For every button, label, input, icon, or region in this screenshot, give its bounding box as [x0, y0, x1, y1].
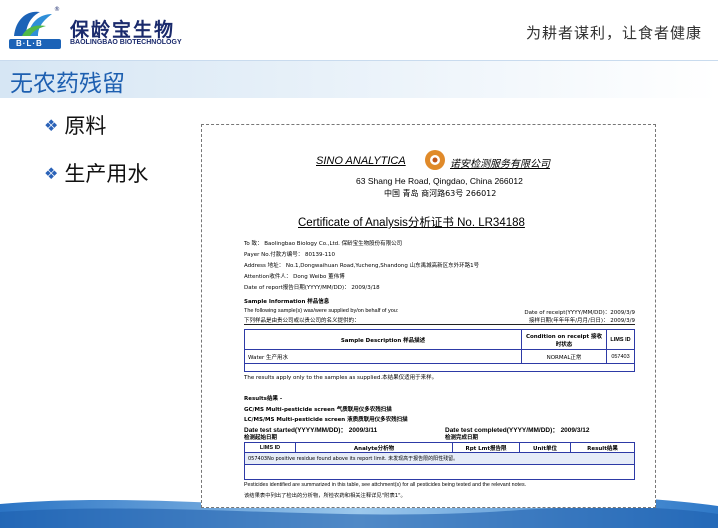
field-payer: Payer No.付款方编号： 80139-110: [244, 252, 335, 258]
lc-screen-label: LC/MS/MS Multi-pesticide screen 液质质联用仪多农…: [244, 417, 408, 423]
results-table-header: Analyte分析物: [295, 442, 453, 453]
field-to: To 致： Baolingbao Biology Co.,Ltd. 保龄宝生物股…: [244, 241, 403, 247]
footnote-en: Pesticides identified are summarized in …: [244, 482, 527, 488]
results-row-text: 057403No positive residue found above it…: [244, 452, 635, 465]
receipt-date: Date of receipt(YYYY/MM/DD)：2009/3/9: [524, 310, 635, 316]
diamond-bullet-icon: ❖: [44, 115, 59, 135]
results-table-header: Unit单位: [519, 442, 571, 453]
table-empty-row: [244, 464, 635, 480]
lab-address-zh: 中国 青岛 商河路63号 266012: [384, 189, 497, 198]
certificate-document: SINO ANALYTICA 诺安检测服务有限公司 63 Shang He Ro…: [201, 124, 656, 508]
table-cell: 057403: [606, 349, 635, 364]
sample-table-header: LIMS ID: [606, 329, 635, 350]
results-table-header: LIMS ID: [244, 442, 296, 453]
table-row: Water 生产用水 NORMAL正常 057403: [244, 349, 635, 364]
table-empty-row: [244, 363, 635, 372]
logo-chinese-name: 保龄宝生物: [70, 19, 176, 41]
sample-table: Sample Description 样品描述 Condition on rec…: [244, 329, 635, 372]
slogan: 为耕者谋利，让食者健康: [525, 24, 702, 42]
table-row: 057403No positive residue found above it…: [244, 452, 635, 465]
lab-name: SINO ANALYTICA: [316, 155, 406, 167]
field-attention: Attention收件人： Dong Weibo 董伟博: [244, 274, 345, 280]
diamond-bullet-icon: ❖: [44, 163, 59, 183]
results-table-header: Rpt Lmt报告限: [452, 442, 520, 453]
results-apply-note: The results apply only to the samples as…: [244, 375, 438, 381]
sample-table-header: Condition on receipt 接收时状态: [521, 329, 607, 350]
field-address: Address 地址： No.1,Dongwaihuan Road,Yuchen…: [244, 263, 480, 269]
certificate-title: Certificate of Analysis分析证书 No. LR34188: [298, 217, 525, 229]
test-completed-zh: 检测完成日期: [445, 435, 479, 441]
bullet-item-raw-materials: ❖ 原料: [44, 110, 106, 140]
table-cell: NORMAL正常: [521, 349, 607, 364]
logo-english-name: BAOLINGBAO BIOTECHNOLOGY: [70, 39, 182, 46]
results-heading: Results结果 -: [244, 396, 283, 402]
lab-name-chinese: 诺安检测服务有限公司: [450, 159, 550, 170]
bullet-item-production-water: ❖ 生产用水: [44, 158, 148, 188]
test-started-zh: 检测起始日期: [244, 435, 278, 441]
slide-title: 无农药残留: [10, 71, 125, 97]
gc-screen-label: GC/MS Multi-pesticide screen 气质联用仪多农残扫描: [244, 407, 392, 413]
bullet-label: 原料: [64, 114, 107, 138]
sample-info-heading: Sample Information 样品信息: [244, 299, 330, 305]
sample-info-line2: 下列样品是由贵公司或以贵公司的名义提供的：: [244, 318, 360, 324]
sample-info-line1: The following sample(s) was/were supplie…: [244, 308, 399, 314]
table-cell: Water 生产用水: [244, 349, 522, 364]
lab-logo-icon: [425, 150, 445, 170]
registered-mark-icon: ®: [54, 6, 60, 13]
company-logo: B·L·B ®: [6, 6, 64, 52]
received-date: 接样日期(年年年年/月月/日日)： 2009/3/9: [529, 318, 635, 324]
results-table: LIMS ID Analyte分析物 Rpt Lmt报告限 Unit单位 Res…: [244, 442, 635, 480]
logo-badge: B·L·B: [16, 39, 43, 48]
lab-address-en: 63 Shang He Road, Qingdao, China 266012: [356, 176, 523, 186]
bullet-label: 生产用水: [64, 162, 149, 186]
field-report-date: Date of report报告日期(YYYY/MM/DD)： 2009/3/1…: [244, 285, 380, 291]
results-table-header: Result结果: [570, 442, 635, 453]
footnote-zh: 该结果表中列出了检出的分析物，所检农药和相关注释详见"附表1"。: [244, 493, 406, 499]
sample-table-header: Sample Description 样品描述: [244, 329, 522, 350]
